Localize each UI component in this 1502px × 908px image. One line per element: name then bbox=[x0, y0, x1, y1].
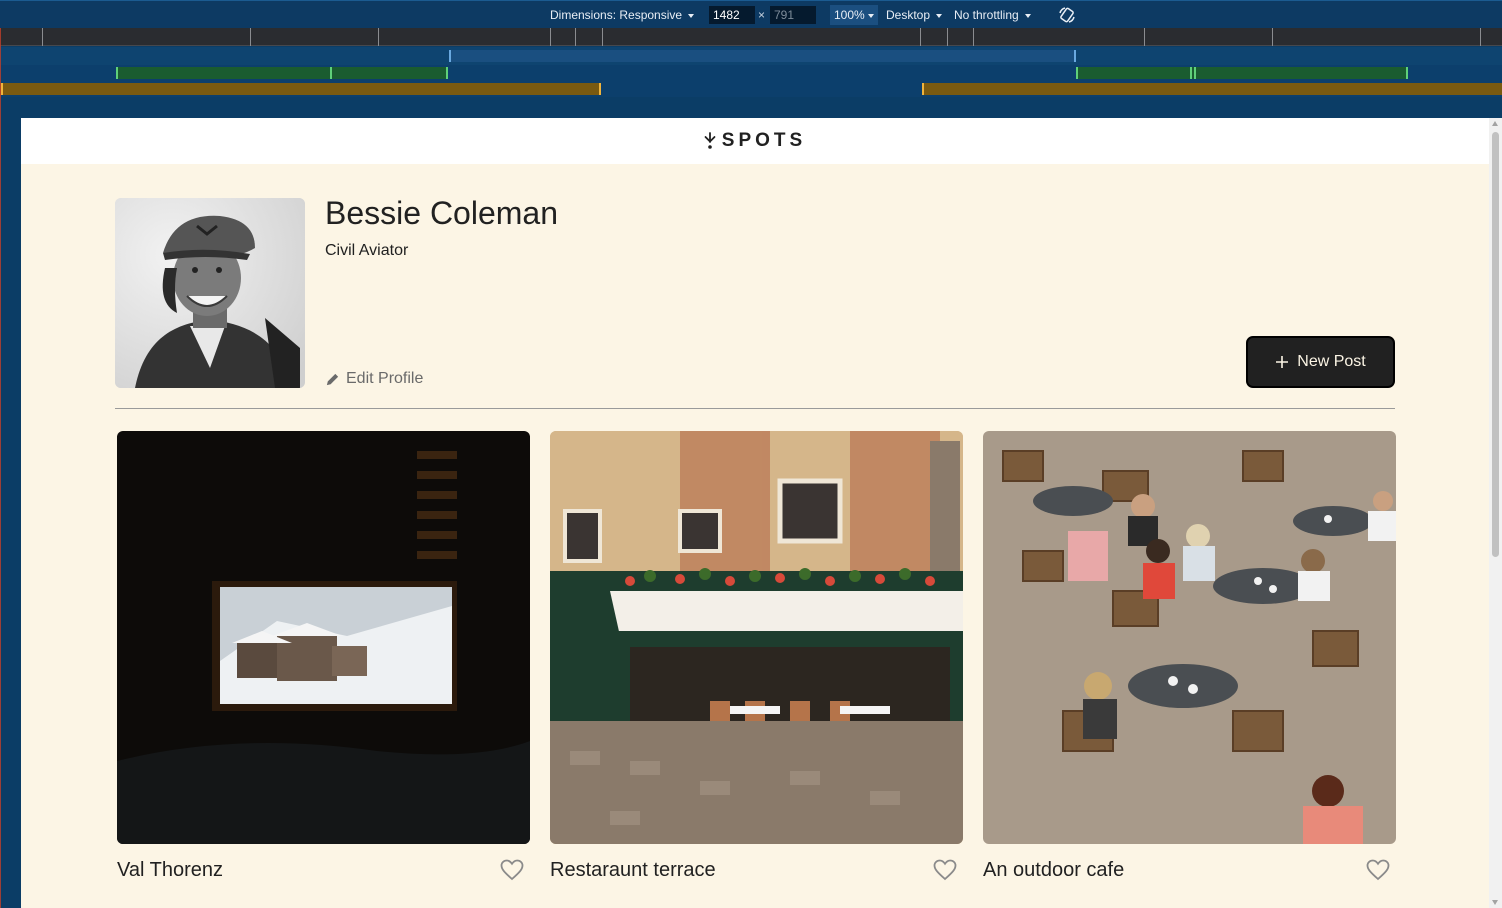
dimension-separator: × bbox=[758, 8, 766, 22]
card-photo-restaurant bbox=[550, 431, 963, 844]
device-dropdown[interactable]: Desktop bbox=[886, 8, 943, 22]
chevron-down-icon bbox=[867, 13, 874, 18]
card-footer: An outdoor cafe bbox=[983, 858, 1396, 882]
card-footer: Restaraunt terrace bbox=[550, 858, 963, 882]
card-restaurant-terrace: Restaraunt terrace bbox=[550, 431, 963, 882]
pencil-icon bbox=[326, 373, 339, 385]
page-scrollbar[interactable] bbox=[1489, 118, 1502, 908]
like-button[interactable] bbox=[1366, 858, 1392, 882]
new-post-button[interactable]: New Post bbox=[1246, 336, 1395, 388]
spots-logo-icon bbox=[704, 132, 716, 149]
rotate-icon[interactable] bbox=[1058, 6, 1076, 24]
card-photo-window-view bbox=[117, 431, 530, 844]
heart-outline-icon bbox=[500, 859, 524, 881]
device-label: Desktop bbox=[886, 8, 931, 22]
chevron-down-icon bbox=[1024, 13, 1031, 18]
logo-text: SPOTS bbox=[721, 130, 807, 151]
profile-name: Bessie Coleman bbox=[325, 195, 558, 231]
devtools-device-toolbar: Dimensions: Responsive × 100% Desktop No… bbox=[0, 0, 1502, 28]
devtools-ruler bbox=[0, 28, 1502, 46]
profile-avatar bbox=[115, 198, 305, 388]
throttling-dropdown[interactable]: No throttling bbox=[954, 8, 1031, 22]
chevron-down-icon bbox=[688, 13, 695, 18]
logo[interactable]: SPOTS bbox=[704, 130, 806, 152]
site-header: SPOTS bbox=[21, 118, 1489, 164]
zoom-label: 100% bbox=[834, 8, 865, 22]
page-viewport: SPOTS Bessie Coleman Civil Aviator Edit … bbox=[21, 118, 1502, 908]
throttling-label: No throttling bbox=[954, 8, 1019, 22]
zoom-dropdown[interactable]: 100% bbox=[830, 5, 878, 25]
profile-divider bbox=[115, 408, 1395, 409]
like-button[interactable] bbox=[500, 858, 526, 882]
like-button[interactable] bbox=[933, 858, 959, 882]
edit-profile-label: Edit Profile bbox=[346, 370, 424, 387]
media-query-bar-min-width[interactable] bbox=[0, 81, 1502, 97]
card-title: Val Thorenz bbox=[117, 858, 223, 881]
scroll-down-arrow-icon[interactable] bbox=[1492, 900, 1498, 905]
card-outdoor-cafe: An outdoor cafe bbox=[983, 431, 1396, 882]
height-input[interactable] bbox=[770, 6, 816, 24]
edit-profile-button[interactable]: Edit Profile bbox=[325, 370, 423, 388]
card-title: An outdoor cafe bbox=[983, 858, 1125, 881]
dimensions-dropdown[interactable]: Dimensions: Responsive bbox=[550, 8, 695, 22]
card-image[interactable] bbox=[550, 431, 963, 844]
card-photo-outdoor-cafe bbox=[983, 431, 1396, 844]
new-post-label: New Post bbox=[1297, 353, 1366, 370]
profile-role: Civil Aviator bbox=[325, 242, 409, 259]
media-query-bar-max-width[interactable] bbox=[0, 47, 1502, 65]
card-image[interactable] bbox=[983, 431, 1396, 844]
width-input[interactable] bbox=[709, 6, 755, 24]
dimensions-label: Dimensions: Responsive bbox=[550, 8, 683, 22]
avatar-photo bbox=[115, 198, 305, 388]
chevron-down-icon bbox=[936, 13, 943, 18]
card-val-thorenz: Val Thorenz bbox=[117, 431, 530, 882]
scroll-thumb[interactable] bbox=[1492, 132, 1499, 557]
heart-outline-icon bbox=[1366, 859, 1390, 881]
plus-icon bbox=[1276, 356, 1289, 368]
scroll-up-arrow-icon[interactable] bbox=[1492, 121, 1498, 126]
heart-outline-icon bbox=[933, 859, 957, 881]
card-footer: Val Thorenz bbox=[117, 858, 530, 882]
media-query-bar-min-max[interactable] bbox=[0, 65, 1502, 81]
card-image[interactable] bbox=[117, 431, 530, 844]
card-title: Restaraunt terrace bbox=[550, 858, 716, 881]
